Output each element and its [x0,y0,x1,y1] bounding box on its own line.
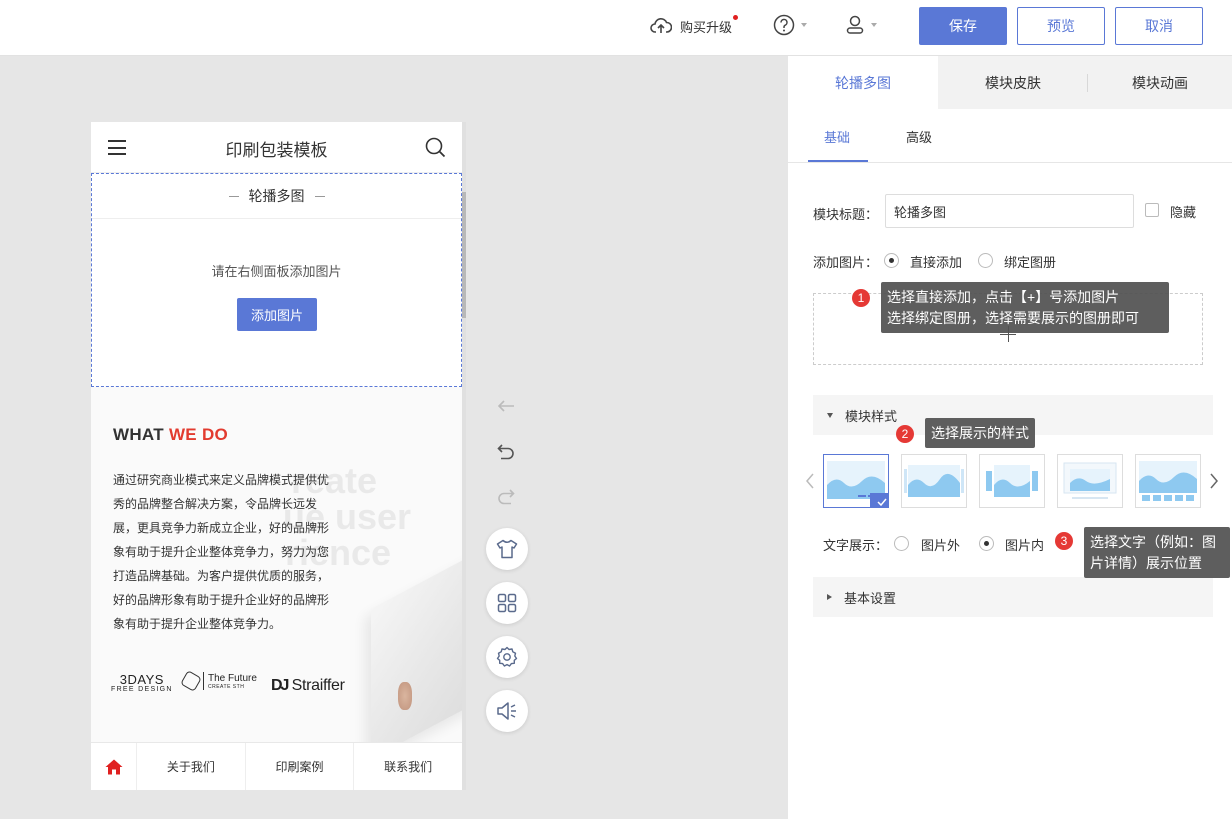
mountain-image-icon [986,465,1038,497]
user-icon [846,15,864,34]
save-button[interactable]: 保存 [919,7,1007,45]
nav-about[interactable]: 关于我们 [137,743,246,790]
nav-cases[interactable]: 印刷案例 [246,743,355,790]
basic-settings-section[interactable]: 基本设置 [813,577,1213,617]
cancel-button[interactable]: 取消 [1115,7,1203,45]
preview-scrollbar[interactable] [462,122,466,790]
gear-icon [496,646,518,667]
phone-preview: 印刷包装模板 轮播多图 请在右侧面板添加图片 添加图片 reate ue use… [91,122,462,790]
style-option-1[interactable] [823,454,889,508]
cloud-upload-icon [650,18,672,33]
radio-text-outside[interactable] [894,536,909,551]
chevron-down-icon [801,23,807,27]
hide-checkbox[interactable] [1145,203,1159,217]
tooltip-text-position: 选择文字（例如：图 片详情）展示位置 [1084,527,1230,578]
style-option-3[interactable] [979,454,1045,508]
logo-3days: 3DAYS FREE DESIGN [111,672,173,693]
hide-label: 隐藏 [1170,205,1197,220]
plus-icon-bar [1000,334,1016,335]
phone-site-title: 印刷包装模板 [225,141,328,160]
redo-icon[interactable] [497,488,515,506]
checkmark-icon [877,498,887,506]
what-we-do-text: 通过研究商业模式来定义品牌模式提供优秀的品牌整合解决方案，令品牌长远发展，更具竞… [113,473,330,631]
mountain-image-icon [904,465,964,497]
what-we-do-module[interactable]: reate ue user rience WHAT WE DO 通过研究商业模式… [91,387,462,759]
skin-tool-button[interactable] [486,528,528,570]
top-bar: 购买升级 保存 预览 取消 [0,0,1232,56]
mountain-image-icon [1139,461,1197,501]
shirt-icon [496,539,518,559]
arrow-left-icon[interactable] [497,399,515,413]
preview-button[interactable]: 预览 [1017,7,1105,45]
upgrade-button[interactable]: 购买升级 [650,15,739,37]
speaker-icon [497,702,516,720]
product-box-decoration [398,682,412,710]
logo-straiffer: DJ Straiffer [271,677,345,694]
tab-carousel[interactable]: 轮播多图 [788,56,938,109]
module-title-input[interactable] [885,194,1134,228]
subtab-basic[interactable]: 基础 [824,127,850,146]
modules-tool-button[interactable] [486,582,528,624]
panel-subtabs: 基础 高级 [788,109,1232,163]
direct-add-label: 直接添加 [910,255,963,270]
caret-down-icon [827,412,833,418]
tooltip-style: 选择展示的样式 [925,418,1035,448]
tip-number-2: 2 [896,425,914,443]
phone-header: 印刷包装模板 [91,122,462,173]
what-we-do-title: WHAT WE DO [113,425,229,444]
audio-tool-button[interactable] [486,690,528,732]
upgrade-label: 购买升级 [680,19,733,35]
carousel-empty-tip: 请在右侧面板添加图片 [211,264,342,279]
panel-tabs: 轮播多图 模块皮肤 模块动画 [788,56,1232,109]
chevron-down-icon [871,23,877,27]
chevron-left-icon[interactable] [805,472,815,490]
carousel-module[interactable]: 轮播多图 请在右侧面板添加图片 添加图片 [91,173,462,387]
tip-number-3: 3 [1055,532,1073,550]
home-icon[interactable] [91,743,137,790]
text-outside-label: 图片外 [921,538,961,553]
user-menu[interactable] [845,14,877,36]
radio-direct-add[interactable] [884,253,899,268]
style-option-2[interactable] [901,454,967,508]
subtab-advanced[interactable]: 高级 [906,127,932,146]
radio-bind-album[interactable] [978,253,993,268]
text-inside-label: 图片内 [1005,538,1045,553]
help-menu[interactable] [773,14,807,36]
logo-the-future: The Future CREATE STH [180,670,257,692]
text-display-label: 文字展示： [823,538,889,553]
tab-animation[interactable]: 模块动画 [1088,56,1232,109]
radio-text-inside[interactable] [979,536,994,551]
tooltip-add-image: 选择直接添加，点击【+】号添加图片 选择绑定图册，选择需要展示的图册即可 [881,282,1169,333]
notification-dot [733,15,739,20]
product-box-image [371,545,462,759]
help-icon [773,14,795,36]
caret-right-icon [827,594,832,600]
tab-skin[interactable]: 模块皮肤 [938,56,1088,109]
chevron-right-icon[interactable] [1209,472,1219,490]
phone-bottom-nav: 关于我们 印刷案例 联系我们 [91,742,462,790]
search-icon[interactable] [425,137,446,158]
undo-icon[interactable] [497,443,515,461]
style-option-4[interactable] [1057,454,1123,508]
settings-tool-button[interactable] [486,636,528,678]
carousel-heading: 轮播多图 [92,174,461,219]
style-option-5[interactable] [1135,454,1201,508]
nav-contact[interactable]: 联系我们 [354,743,462,790]
grid-apps-icon [497,593,517,613]
active-subtab-indicator [808,160,868,162]
add-image-button[interactable]: 添加图片 [237,298,317,331]
scrollbar-thumb[interactable] [462,192,466,318]
add-image-label: 添加图片： [813,255,879,270]
layered-image-icon [1063,462,1117,499]
tip-number-1: 1 [852,289,870,307]
bind-album-label: 绑定图册 [1004,255,1057,270]
module-title-label: 模块标题： [813,207,879,222]
